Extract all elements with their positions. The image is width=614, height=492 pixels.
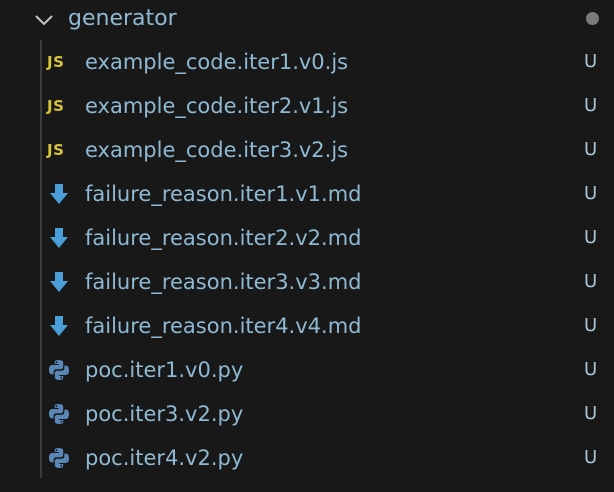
markdown-file-icon <box>50 228 68 248</box>
file-label: example_code.iter2.v1.js <box>85 94 349 118</box>
markdown-file-icon <box>50 272 68 292</box>
folder-generator[interactable]: generator <box>0 0 614 40</box>
chevron-down-icon <box>35 15 53 26</box>
file-label: example_code.iter3.v2.js <box>85 138 349 162</box>
markdown-file-icon <box>50 316 68 336</box>
python-file-icon <box>49 404 69 424</box>
file-label: failure_reason.iter4.v4.md <box>85 314 362 338</box>
git-status-badge: U <box>584 95 598 116</box>
file-label: failure_reason.iter1.v1.md <box>85 182 362 206</box>
file-item[interactable]: failure_reason.iter1.v1.md U <box>0 173 614 217</box>
git-status-badge: U <box>584 315 598 336</box>
git-status-badge: U <box>584 403 598 424</box>
file-label: failure_reason.iter2.v2.md <box>85 226 362 250</box>
markdown-file-icon <box>50 184 68 204</box>
javascript-file-icon: JS <box>47 141 65 159</box>
git-status-badge: U <box>584 51 598 72</box>
file-item[interactable]: JS example_code.iter2.v1.js U <box>0 85 614 129</box>
file-label: poc.iter3.v2.py <box>85 402 244 426</box>
file-item[interactable]: failure_reason.iter3.v3.md U <box>0 261 614 305</box>
folder-label: generator <box>68 6 177 31</box>
file-label: example_code.iter1.v0.js <box>85 50 349 74</box>
file-item[interactable]: poc.iter1.v0.py U <box>0 349 614 393</box>
file-item[interactable]: poc.iter3.v2.py U <box>0 393 614 437</box>
javascript-file-icon: JS <box>47 97 65 115</box>
file-item[interactable]: failure_reason.iter4.v4.md U <box>0 305 614 349</box>
git-status-badge: U <box>584 227 598 248</box>
file-item[interactable]: JS example_code.iter3.v2.js U <box>0 129 614 173</box>
python-file-icon <box>49 360 69 380</box>
file-label: failure_reason.iter3.v3.md <box>85 270 362 294</box>
file-label: poc.iter4.v2.py <box>85 446 244 470</box>
git-status-badge: U <box>584 359 598 380</box>
git-status-badge: U <box>584 183 598 204</box>
file-item[interactable]: failure_reason.iter2.v2.md U <box>0 217 614 261</box>
file-item[interactable]: poc.iter4.v2.py U <box>0 437 614 481</box>
modified-dot-icon <box>586 12 599 25</box>
git-status-badge: U <box>584 447 598 468</box>
file-item[interactable]: JS example_code.iter1.v0.js U <box>0 41 614 85</box>
git-status-badge: U <box>584 139 598 160</box>
javascript-file-icon: JS <box>47 53 65 71</box>
python-file-icon <box>49 448 69 468</box>
git-status-badge: U <box>584 271 598 292</box>
file-label: poc.iter1.v0.py <box>85 358 244 382</box>
